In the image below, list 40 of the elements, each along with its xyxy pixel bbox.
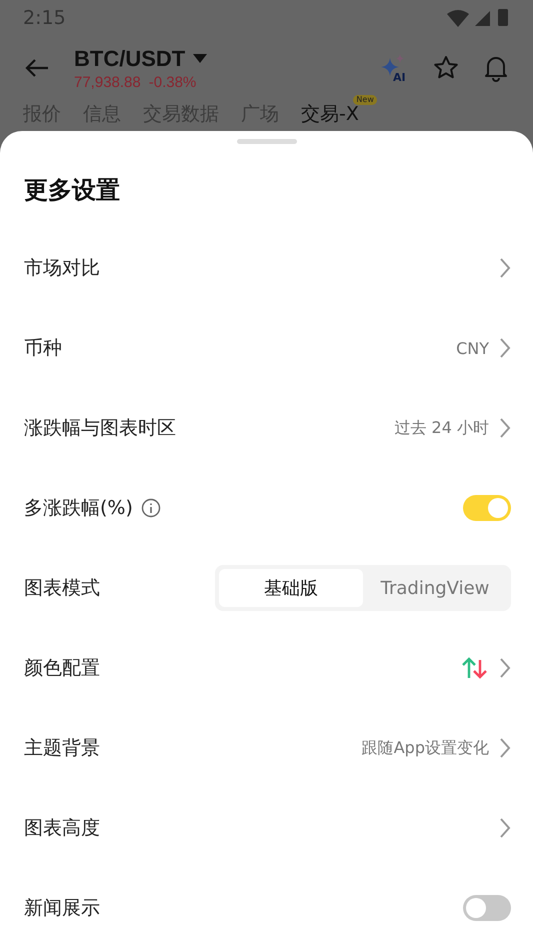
setting-value: CNY: [456, 338, 489, 358]
bell-icon[interactable]: [483, 54, 509, 82]
setting-value: 过去 24 小时: [394, 418, 489, 438]
segment-option[interactable]: 基础版: [219, 569, 363, 607]
settings-row[interactable]: 颜色配置: [0, 628, 533, 708]
settings-row[interactable]: 币种 CNY: [0, 308, 533, 388]
wifi-icon: [447, 8, 469, 27]
signal-icon: [475, 10, 491, 26]
back-arrow-icon[interactable]: [24, 58, 50, 78]
setting-label: 颜色配置: [24, 656, 100, 681]
setting-label: 多涨跌幅(%): [24, 495, 161, 521]
chevron-right-icon: [499, 817, 511, 839]
settings-row[interactable]: 涨跌幅与图表时区 过去 24 小时: [0, 388, 533, 468]
chevron-right-icon: [499, 417, 511, 439]
change-text: -0.38%: [148, 74, 196, 91]
chevron-right-icon: [499, 737, 511, 759]
battery-icon: [497, 8, 509, 28]
settings-row[interactable]: 图表高度: [0, 788, 533, 868]
caret-icon[interactable]: [193, 54, 208, 64]
pair-title[interactable]: BTC/USDT: [74, 46, 186, 72]
setting-label: 币种: [24, 336, 62, 361]
setting-label: 涨跌幅与图表时区: [24, 416, 176, 441]
setting-label: 图表模式: [24, 576, 100, 601]
setting-value: 跟随App设置变化: [362, 738, 489, 758]
chevron-right-icon: [499, 257, 511, 279]
toggle-switch[interactable]: [463, 495, 511, 521]
toggle-switch[interactable]: [463, 895, 511, 921]
sheet-title: 更多设置: [23, 175, 121, 206]
chevron-right-icon: [499, 657, 511, 679]
setting-label: 新闻展示: [24, 896, 100, 921]
drag-handle[interactable]: [236, 139, 296, 144]
setting-label: 主题背景: [24, 736, 100, 761]
segment-option[interactable]: TradingView: [363, 569, 507, 607]
price-text: 77,938.88: [74, 74, 141, 91]
settings-row[interactable]: 市场对比: [0, 228, 533, 308]
setting-label: 市场对比: [24, 256, 100, 281]
chevron-right-icon: [499, 337, 511, 359]
new-badge: New: [353, 95, 377, 106]
settings-row[interactable]: 主题背景 跟随App设置变化: [0, 708, 533, 788]
setting-label: 图表高度: [24, 816, 100, 841]
